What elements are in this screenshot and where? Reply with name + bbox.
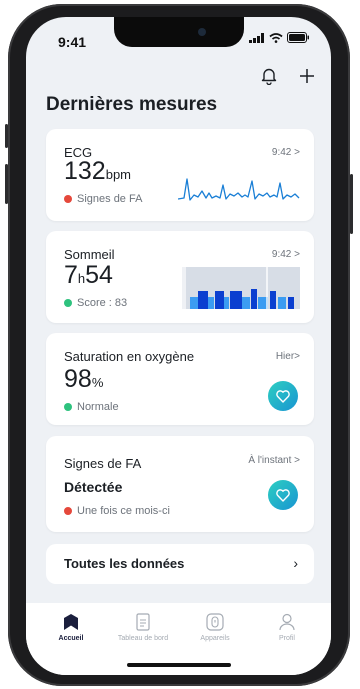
add-icon[interactable] (299, 68, 315, 84)
ecg-status: Signes de FA (64, 193, 142, 205)
status-bar: 9:41 (26, 17, 331, 61)
tab-bar: Accueil Tableau de bord Appareils Profil (26, 603, 331, 675)
afib-time: À l'instant > (248, 455, 300, 466)
status-time: 9:41 (58, 34, 87, 50)
sleep-hours: 7 (64, 261, 78, 289)
home-indicator[interactable] (127, 663, 231, 667)
afib-heart-button[interactable] (268, 480, 298, 510)
sleep-hypnogram (182, 267, 300, 309)
sleep-title: Sommeil (64, 247, 115, 262)
tab-profil[interactable]: Profil (251, 613, 323, 642)
ecg-value: 132bpm (64, 157, 131, 186)
sleep-minutes: 54 (85, 261, 113, 289)
all-data-label: Toutes les données (64, 556, 185, 571)
sleep-status: Score : 83 (64, 297, 127, 309)
all-data-button[interactable]: Toutes les données › (46, 544, 314, 584)
afib-status-label: Une fois ce mois-ci (77, 505, 170, 517)
tab-profil-label: Profil (279, 635, 295, 642)
oxygen-title: Saturation en oxygène (64, 349, 195, 364)
afib-card[interactable]: Signes de FA À l'instant > Détectée Une … (46, 436, 314, 532)
ecg-status-label: Signes de FA (77, 193, 143, 205)
ecg-status-dot (64, 195, 72, 203)
page-title: Dernières mesures (46, 94, 218, 115)
volume-down-button (5, 164, 8, 204)
header-actions (261, 67, 315, 85)
sleep-status-label: Score : 83 (77, 297, 128, 309)
oxygen-status-dot (64, 403, 72, 411)
sleep-status-dot (64, 299, 72, 307)
ecg-time: 9:42 > (271, 147, 300, 158)
bell-icon[interactable] (261, 67, 277, 85)
sleep-value: 7h54 (64, 261, 113, 290)
power-button (350, 174, 353, 234)
status-icons (249, 32, 309, 43)
tab-accueil[interactable]: Accueil (35, 613, 107, 642)
home-icon (64, 614, 78, 630)
tab-tableau-de-bord[interactable]: Tableau de bord (107, 613, 179, 642)
wifi-icon (269, 32, 283, 43)
sleep-time: 9:42 > (271, 249, 300, 260)
ecg-waveform (178, 178, 300, 201)
sleep-card[interactable]: Sommeil 9:42 > 7h54 Score : 83 (46, 231, 314, 323)
afib-result: Détectée (64, 479, 123, 495)
ecg-unit: bpm (105, 167, 132, 182)
oxygen-status-label: Normale (77, 401, 119, 413)
afib-status-dot (64, 507, 72, 515)
oxygen-value-number: 98 (64, 365, 92, 393)
afib-status: Une fois ce mois-ci (64, 505, 170, 517)
oxygen-card[interactable]: Saturation en oxygène Hier> 98% Normale (46, 333, 314, 425)
tab-accueil-label: Accueil (58, 635, 84, 642)
device-icon (206, 613, 224, 631)
oxygen-unit: % (91, 375, 104, 390)
tab-appareils[interactable]: Appareils (179, 613, 251, 642)
ecg-card[interactable]: ECG 9:42 > 132bpm Signes de FA (46, 129, 314, 221)
chevron-right-icon: › (293, 555, 298, 571)
battery-icon (287, 32, 309, 43)
signal-icon (249, 32, 264, 43)
ecg-value-number: 132 (64, 157, 106, 185)
tab-tableau-de-bord-label: Tableau de bord (117, 635, 169, 642)
oxygen-value: 98% (64, 365, 103, 394)
dashboard-icon (136, 613, 150, 631)
volume-up-button (5, 124, 8, 148)
heart-icon (276, 389, 290, 403)
oxygen-time: Hier> (275, 351, 300, 362)
notch (114, 17, 244, 47)
oxygen-heart-button[interactable] (268, 381, 298, 411)
tab-appareils-label: Appareils (200, 635, 230, 642)
heart-icon (276, 488, 290, 502)
camera-icon (198, 28, 206, 36)
oxygen-status: Normale (64, 401, 119, 413)
app-screen: 9:41 Dernières mesures ECG 9:42 > 132bpm… (26, 17, 331, 675)
afib-title: Signes de FA (64, 456, 142, 471)
profile-icon (279, 613, 295, 631)
